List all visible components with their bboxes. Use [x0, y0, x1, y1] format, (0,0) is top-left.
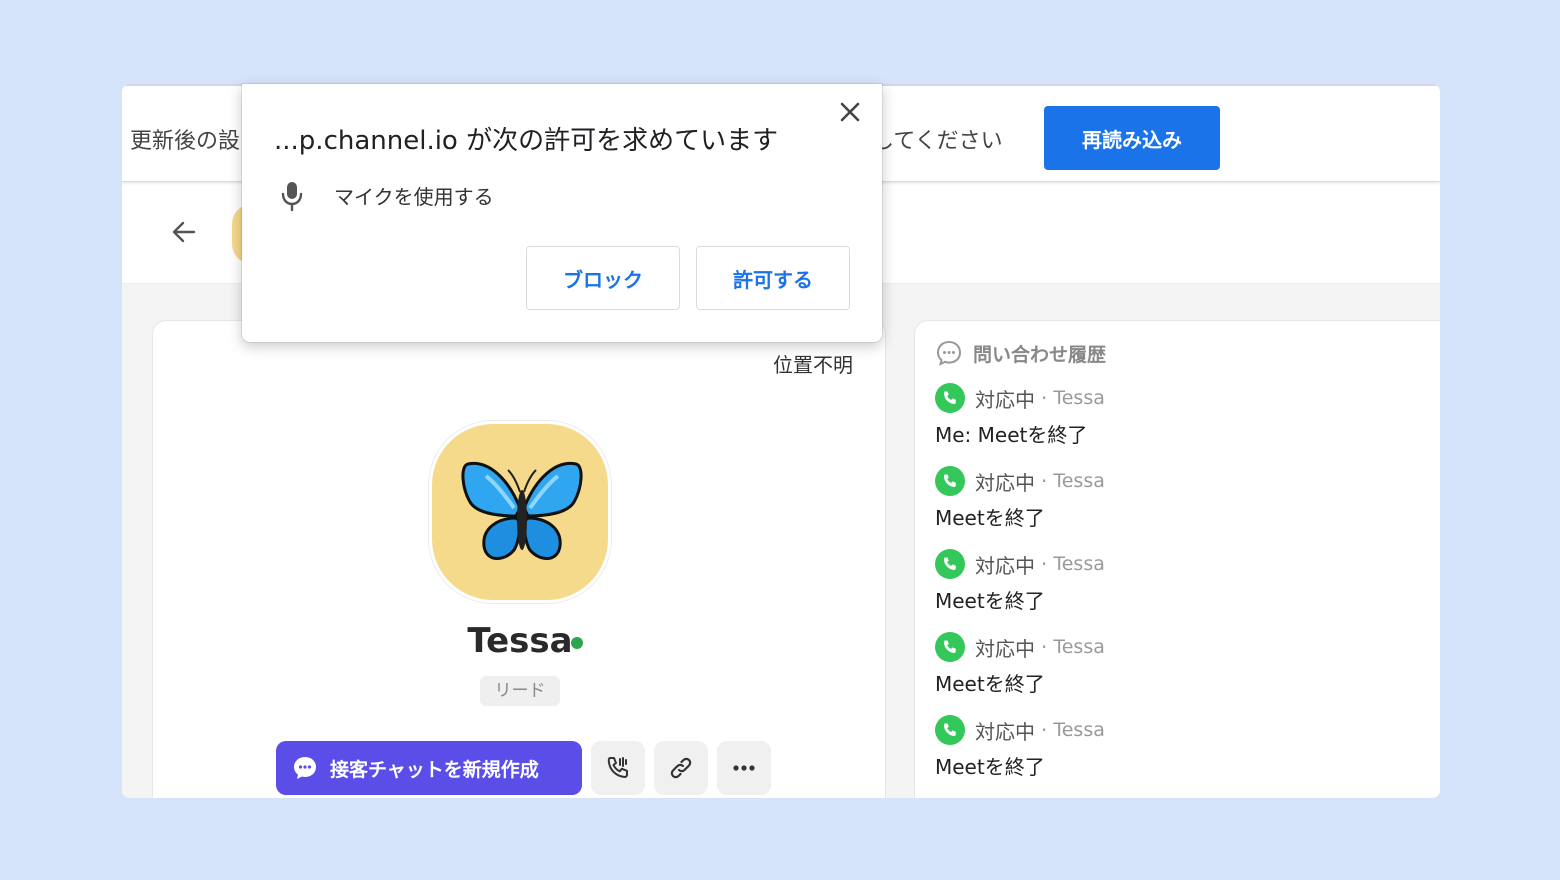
chat-bubble-outline-icon: [936, 340, 962, 366]
history-user: Tessa: [1053, 636, 1105, 658]
avatar: [429, 421, 611, 603]
history-header: 問い合わせ履歴: [935, 339, 1106, 367]
separator-dot: ·: [1041, 635, 1048, 659]
history-message: Meetを終了: [935, 755, 1045, 779]
separator-dot: ·: [1041, 469, 1048, 493]
permission-dialog: ...p.channel.io が次の許可を求めています マイクを使用する ブロ…: [242, 84, 882, 342]
profile-name: Tessa: [467, 621, 573, 661]
dialog-title: ...p.channel.io が次の許可を求めています: [274, 126, 779, 156]
history-message: Meetを終了: [935, 506, 1045, 530]
allow-button[interactable]: 許可する: [696, 246, 850, 310]
history-status: 対応中: [975, 719, 1035, 744]
phone-icon: [935, 466, 965, 496]
phone-icon: [935, 383, 965, 413]
online-status-icon: [571, 637, 583, 649]
butterfly-icon: [461, 461, 583, 560]
history-message: Meetを終了: [935, 589, 1045, 613]
separator-dot: ·: [1041, 386, 1048, 410]
history-item[interactable]: 対応中 · Tessa Meetを終了: [935, 632, 1415, 697]
link-button[interactable]: [654, 741, 708, 795]
call-button[interactable]: [591, 741, 645, 795]
back-arrow-icon[interactable]: [168, 216, 200, 248]
close-icon[interactable]: [836, 98, 864, 126]
history-status: 対応中: [975, 470, 1035, 495]
main-content: 位置不明 Tessa リード 接客チャットを新規作成 問い合わせ履歴 対応中 ·…: [122, 284, 1440, 798]
separator-dot: ·: [1041, 552, 1048, 576]
phone-icon: [607, 757, 628, 778]
history-title: 問い合わせ履歴: [973, 343, 1107, 366]
permission-text: マイクを使用する: [334, 185, 494, 209]
phone-icon: [935, 549, 965, 579]
location-label: 位置不明: [773, 353, 853, 377]
history-user: Tessa: [1053, 470, 1105, 492]
block-button[interactable]: ブロック: [526, 246, 680, 310]
phone-icon: [935, 632, 965, 662]
reload-button[interactable]: 再読み込み: [1044, 106, 1220, 170]
history-message: Meetを終了: [935, 672, 1045, 696]
more-horizontal-icon: [733, 765, 755, 771]
history-status: 対応中: [975, 636, 1035, 661]
history-message: Me: Meetを終了: [935, 423, 1088, 447]
chat-bubble-icon: [294, 757, 316, 779]
history-user: Tessa: [1053, 719, 1105, 741]
infobar-message-end: してください: [872, 129, 1003, 154]
history-user: Tessa: [1053, 553, 1105, 575]
new-chat-button[interactable]: 接客チャットを新規作成: [276, 741, 582, 795]
history-item[interactable]: 対応中 · Tessa Meetを終了: [935, 715, 1415, 780]
new-chat-label: 接客チャットを新規作成: [330, 758, 539, 781]
link-icon: [670, 757, 692, 779]
history-status: 対応中: [975, 553, 1035, 578]
history-status: 対応中: [975, 387, 1035, 412]
profile-card: 位置不明 Tessa リード 接客チャットを新規作成: [152, 320, 886, 798]
separator-dot: ·: [1041, 718, 1048, 742]
inquiry-history-card: 問い合わせ履歴 対応中 · Tessa Me: Meetを終了 対応中 · Te…: [914, 320, 1440, 798]
history-user: Tessa: [1053, 387, 1105, 409]
lead-tag: リード: [480, 676, 560, 706]
microphone-icon: [280, 180, 304, 216]
history-item[interactable]: 対応中 · Tessa Meetを終了: [935, 466, 1415, 531]
history-item[interactable]: 対応中 · Tessa Me: Meetを終了: [935, 383, 1415, 448]
more-button[interactable]: [717, 741, 771, 795]
history-item[interactable]: 対応中 · Tessa Meetを終了: [935, 549, 1415, 614]
phone-icon: [935, 715, 965, 745]
